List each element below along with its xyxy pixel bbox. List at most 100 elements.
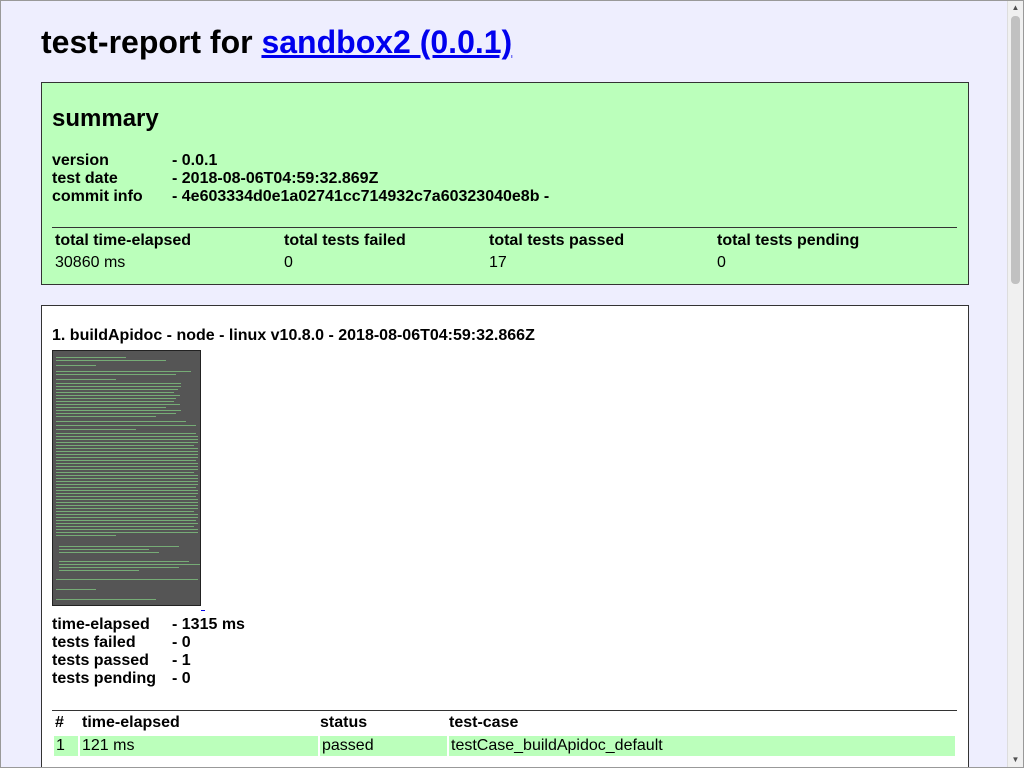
totals-header: total tests passed (489, 232, 625, 249)
terminal-text-line (56, 526, 194, 527)
terminal-text-line (56, 469, 198, 470)
summary-field-version: version - 0.0.1 (52, 152, 217, 170)
terminal-text-line (56, 365, 96, 366)
summary-field-commit-info: commit info - 4e603334d0e1a02741cc714932c… (52, 188, 549, 206)
terminal-text-line (56, 579, 198, 580)
terminal-text-line (56, 481, 198, 482)
terminal-text-line (56, 535, 116, 536)
terminal-text-line (56, 442, 198, 443)
terminal-text-line (56, 478, 198, 479)
triangle-up-icon[interactable]: ▲ (1008, 1, 1023, 15)
table-cell: testCase_buildApidoc_default (449, 736, 955, 756)
report-content: test-report for sandbox2 (0.0.1) summary… (41, 1, 969, 767)
terminal-text-line (56, 439, 198, 440)
stat-label: tests pending (52, 670, 157, 687)
terminal-text-line (56, 374, 176, 375)
terminal-text-line (56, 589, 96, 590)
table-header: status (320, 714, 368, 731)
test-case-table: # time-elapsed status test-case 1 121 ms… (52, 710, 957, 756)
terminal-text-line (59, 546, 179, 547)
terminal-text-line (56, 517, 198, 518)
stat-label: tests failed (52, 634, 136, 651)
terminal-text-line (56, 360, 166, 361)
terminal-text-line (56, 499, 198, 500)
triangle-down-icon[interactable]: ▼ (1008, 753, 1023, 767)
terminal-text-line (56, 398, 176, 399)
table-header: # (55, 714, 64, 731)
terminal-text-line (56, 389, 178, 390)
field-label: test date (52, 170, 118, 187)
terminal-text-line (56, 502, 198, 503)
terminal-text-line (56, 404, 180, 405)
terminal-text-line (59, 552, 159, 553)
terminal-text-line (56, 451, 198, 452)
terminal-text-line (56, 599, 156, 600)
field-value: - 0.0.1 (172, 152, 218, 169)
field-value: - 4e603334d0e1a02741cc714932c7a60323040e… (172, 188, 550, 205)
terminal-text-line (56, 523, 198, 524)
terminal-text-line (56, 511, 194, 512)
stat-tests-failed: tests failed - 0 (52, 634, 191, 652)
table-cell: 121 ms (80, 736, 318, 756)
terminal-text-line (56, 371, 191, 372)
totals-header: total tests pending (717, 232, 860, 249)
table-cell: 1 (54, 736, 78, 756)
terminal-text-line (56, 407, 166, 408)
totals-header: total time-elapsed (55, 232, 192, 249)
totals-value: 0 (717, 254, 726, 271)
page-title: test-report for sandbox2 (0.0.1) (41, 23, 969, 63)
table-header: test-case (449, 714, 519, 731)
totals-value: 0 (284, 254, 293, 271)
terminal-text-line (56, 472, 194, 473)
scrollbar-thumb[interactable] (1011, 16, 1020, 284)
stat-tests-pending: tests pending - 0 (52, 670, 191, 688)
terminal-text-line (56, 487, 196, 488)
summary-field-test-date: test date - 2018-08-06T04:59:32.869Z (52, 170, 378, 188)
terminal-text-line (56, 457, 198, 458)
terminal-text-line (56, 421, 186, 422)
stat-tests-passed: tests passed - 1 (52, 652, 191, 670)
stat-label: time-elapsed (52, 616, 150, 633)
table-cell: passed (320, 736, 447, 756)
terminal-text-line (56, 532, 198, 533)
terminal-text-line (56, 416, 156, 417)
terminal-text-line (56, 395, 180, 396)
terminal-text-line (59, 549, 149, 550)
terminal-text-line (56, 496, 196, 497)
terminal-text-line (56, 466, 198, 467)
field-label: commit info (52, 188, 143, 205)
terminal-text-line (56, 429, 136, 430)
stat-value: - 1315 ms (172, 616, 245, 633)
package-link[interactable]: sandbox2 (0.0.1) (261, 24, 512, 60)
terminal-text-line (56, 410, 181, 411)
field-value: - 2018-08-06T04:59:32.869Z (172, 170, 379, 187)
terminal-text-line (56, 436, 198, 437)
vertical-scrollbar[interactable]: ▲ ▼ (1007, 1, 1023, 767)
terminal-screenshot-thumbnail[interactable] (52, 350, 201, 606)
terminal-text-line (56, 454, 198, 455)
page-title-prefix: test-report for (41, 24, 253, 60)
terminal-text-line (56, 460, 196, 461)
summary-heading: summary (52, 105, 159, 132)
terminal-text-line (56, 505, 198, 506)
stat-value: - 0 (172, 670, 191, 687)
stat-time-elapsed: time-elapsed - 1315 ms (52, 616, 245, 634)
terminal-text-line (56, 383, 181, 384)
field-label: version (52, 152, 109, 169)
report-page: test-report for sandbox2 (0.0.1) summary… (0, 0, 1024, 768)
terminal-text-line (56, 484, 198, 485)
terminal-text-line (56, 357, 126, 358)
totals-value: 17 (489, 254, 507, 271)
terminal-text-line (56, 520, 196, 521)
terminal-text-line (56, 490, 198, 491)
terminal-text-line (56, 433, 196, 434)
terminal-text-line (56, 392, 174, 393)
table-row: 1 121 ms passed testCase_buildApidoc_def… (54, 736, 955, 756)
terminal-text-line (56, 493, 198, 494)
test-title: 1. buildApidoc - node - linux v10.8.0 - … (52, 327, 535, 344)
screenshot-link[interactable] (201, 598, 205, 611)
stat-value: - 0 (172, 634, 191, 651)
terminal-text-line (56, 514, 198, 515)
table-header: time-elapsed (82, 714, 180, 731)
stat-label: tests passed (52, 652, 149, 669)
